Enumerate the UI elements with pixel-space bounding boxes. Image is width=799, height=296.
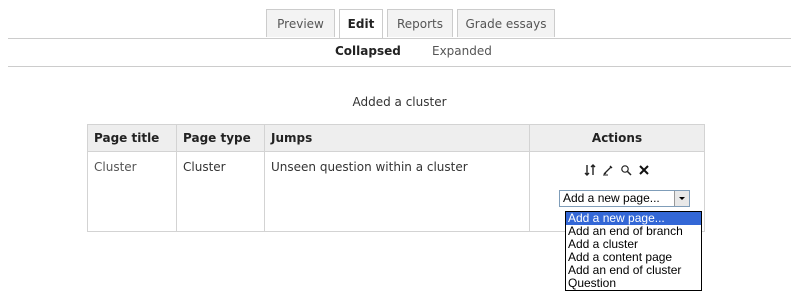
delete-icon[interactable] bbox=[638, 164, 650, 176]
header-page-type: Page type bbox=[176, 124, 265, 152]
move-icon[interactable] bbox=[584, 164, 596, 176]
tab-divider bbox=[8, 38, 791, 39]
tab-grade-essays[interactable]: Grade essays bbox=[457, 9, 555, 37]
chevron-down-icon[interactable] bbox=[674, 191, 689, 206]
tab-reports[interactable]: Reports bbox=[387, 9, 453, 37]
add-page-dropdown-list: Add a new page... Add an end of branch A… bbox=[565, 211, 702, 291]
subtab-divider bbox=[8, 66, 791, 67]
header-page-title: Page title bbox=[87, 124, 177, 152]
header-jumps: Jumps bbox=[264, 124, 530, 152]
table-header-row: Page title Page type Jumps Actions bbox=[87, 124, 705, 152]
action-icons bbox=[584, 164, 650, 176]
add-page-select-value: Add a new page... bbox=[563, 191, 660, 205]
cell-page-type: Cluster bbox=[176, 151, 265, 232]
tab-edit[interactable]: Edit bbox=[339, 9, 383, 39]
tab-preview[interactable]: Preview bbox=[266, 9, 335, 37]
edit-icon[interactable] bbox=[602, 164, 614, 176]
dropdown-option[interactable]: Question bbox=[566, 277, 701, 290]
subtab-bar: Collapsed Expanded bbox=[0, 44, 799, 62]
preview-icon[interactable] bbox=[620, 164, 632, 176]
cell-page-title: Cluster bbox=[87, 151, 177, 232]
status-message: Added a cluster bbox=[352, 95, 447, 109]
subtab-expanded[interactable]: Expanded bbox=[432, 44, 492, 58]
cell-jumps: Unseen question within a cluster bbox=[264, 151, 530, 232]
page-title-link[interactable]: Cluster bbox=[94, 160, 137, 174]
add-page-select[interactable]: Add a new page... bbox=[559, 190, 690, 207]
subtab-collapsed[interactable]: Collapsed bbox=[335, 44, 401, 58]
header-actions: Actions bbox=[529, 124, 705, 152]
